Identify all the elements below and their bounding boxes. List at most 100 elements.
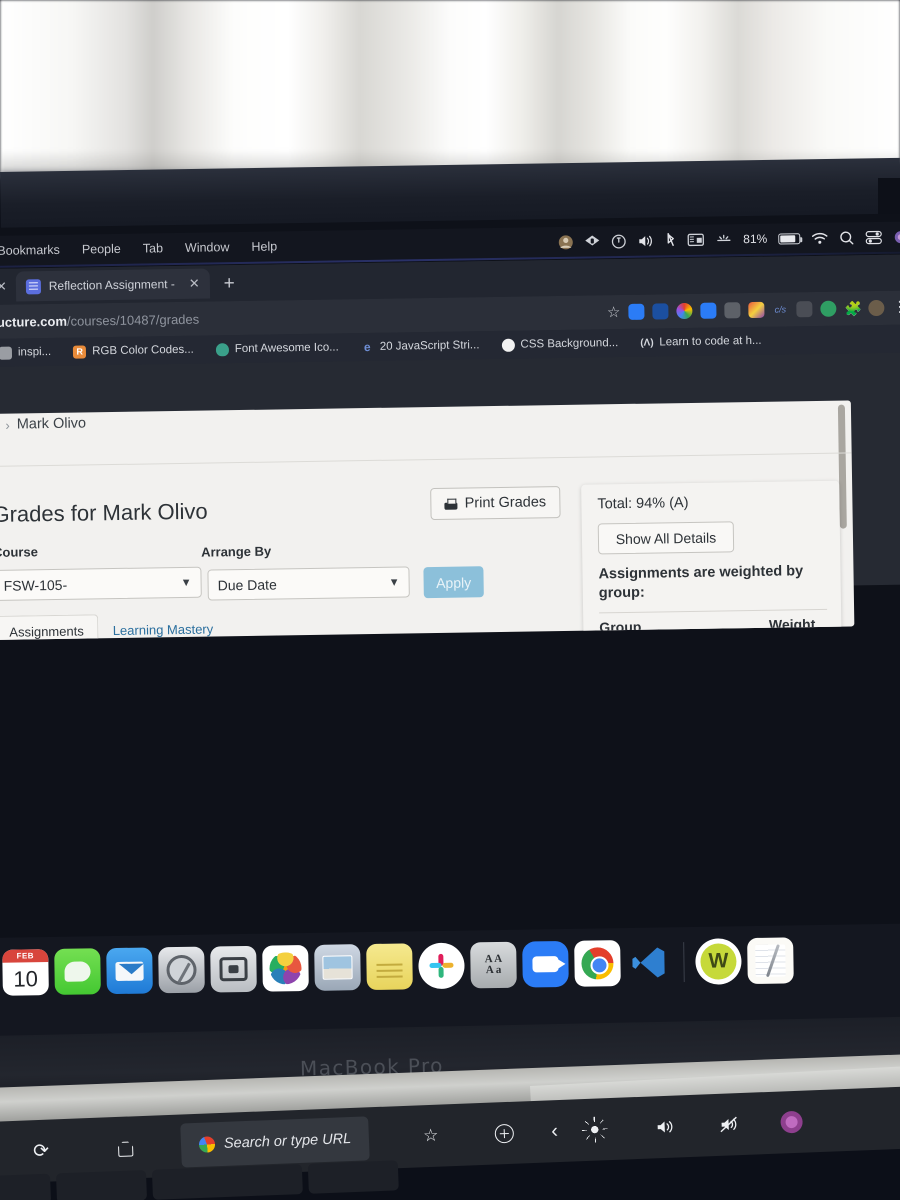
messages-icon[interactable] (54, 948, 101, 995)
grammarly-extension-icon[interactable] (652, 303, 669, 320)
menu-item-people[interactable]: People (71, 242, 132, 257)
menu-item-window[interactable]: Window (174, 240, 241, 255)
dictionary-glyph: A AA a (484, 952, 503, 977)
tab-close-icon[interactable]: ✕ (185, 276, 200, 292)
bookmark-item[interactable]: (Λ) Learn to code at h... (629, 334, 772, 349)
arrange-by-select[interactable]: Due Date ▼ (207, 566, 410, 601)
control-center-icon[interactable] (865, 229, 882, 244)
course-label: Course (0, 544, 39, 560)
tab-learning-mastery[interactable]: Learning Mastery (99, 613, 228, 640)
cjs-extension-icon[interactable]: c/s (772, 301, 788, 317)
notes-icon[interactable] (366, 943, 413, 991)
pinterest-extension-icon[interactable] (748, 301, 765, 319)
page-divider (0, 452, 852, 468)
mute-icon[interactable] (719, 1102, 745, 1147)
star-icon[interactable]: ☆ (422, 1114, 439, 1159)
keyboard-brightness-icon[interactable] (715, 232, 732, 246)
bookmark-star-icon[interactable]: ☆ (607, 303, 621, 321)
slack-icon[interactable] (418, 942, 465, 990)
user-avatar-icon[interactable] (558, 234, 573, 249)
screenshot-icon[interactable] (210, 945, 257, 993)
home-icon[interactable] (115, 1137, 136, 1158)
keyboard-key[interactable] (55, 1170, 148, 1200)
menu-item-help[interactable]: Help (240, 239, 288, 254)
notepad-icon[interactable] (747, 937, 794, 985)
window-close-icon[interactable]: ✕ (0, 279, 16, 295)
macbook-screen: Bookmarks People Tab Window Help 81% ✕ R… (0, 213, 900, 948)
keyboard-key[interactable] (307, 1160, 399, 1194)
address-bar[interactable]: tructure.com/courses/10487/grades (0, 299, 607, 335)
arrange-by-label: Arrange By (201, 543, 272, 560)
marker-extension-icon[interactable] (724, 302, 741, 319)
print-grades-label: Print Grades (464, 494, 547, 512)
touchbar-url-field[interactable]: Search or type URL (180, 1116, 371, 1168)
dropbox-icon[interactable] (584, 234, 600, 249)
preview-icon[interactable] (314, 944, 361, 991)
url-host: tructure.com (0, 313, 68, 330)
siri-icon[interactable] (893, 229, 900, 244)
calendar-icon[interactable]: FEB 10 (2, 949, 49, 996)
download-icon[interactable] (700, 302, 717, 319)
apply-button[interactable]: Apply (423, 566, 484, 599)
canvas-tab-bar: Assignments Learning Mastery (0, 612, 228, 641)
tab-assignments[interactable]: Assignments (0, 614, 100, 641)
spotlight-search-icon[interactable] (839, 230, 854, 245)
url-path: /courses/10487/grades (66, 311, 200, 329)
weights-header-row: Group Weight (599, 609, 828, 641)
breadcrumb-current: Mark Olivo (16, 415, 87, 433)
bookmark-item[interactable]: inspi... (0, 345, 62, 360)
page-title: Grades for Mark Olivo (0, 498, 208, 527)
new-tab-button[interactable]: + (210, 273, 249, 294)
bookmark-label: CSS Background... (520, 337, 619, 351)
bluetooth-icon[interactable] (665, 232, 676, 248)
new-tab-icon[interactable] (493, 1123, 514, 1143)
breadcrumb-separator: › (5, 417, 10, 433)
bookmark-item[interactable]: e 20 JavaScript Stri... (350, 339, 491, 354)
loom-extension-icon[interactable] (796, 301, 813, 318)
chrome-icon[interactable] (574, 940, 621, 987)
wifi-icon[interactable] (811, 231, 828, 244)
vscode-icon[interactable] (626, 939, 673, 986)
brightness-icon[interactable] (585, 1120, 605, 1139)
volume-up-icon[interactable] (655, 1104, 679, 1149)
back-icon[interactable]: ‹ (550, 1109, 559, 1153)
profile-avatar-icon[interactable] (868, 299, 885, 317)
mail-icon[interactable] (106, 947, 153, 995)
keyboard-key[interactable] (151, 1164, 303, 1200)
menu-item-bookmarks[interactable]: Bookmarks (0, 243, 71, 258)
safari-icon[interactable] (158, 946, 205, 994)
keyboard-key[interactable] (0, 1173, 52, 1200)
word-icon[interactable]: W (695, 938, 742, 985)
omnibox-actions: ☆ c/s 🧩 ⋮ (607, 298, 900, 322)
menu-item-tab[interactable]: Tab (132, 241, 174, 256)
css-icon (501, 338, 515, 352)
bookmark-item[interactable]: Font Awesome Ico... (205, 341, 350, 356)
screen-recorder-icon[interactable] (687, 233, 704, 247)
puzzle-extensions-icon[interactable]: 🧩 (844, 300, 862, 316)
photos-icon[interactable] (262, 944, 309, 992)
print-grades-button[interactable]: Print Grades (430, 486, 561, 521)
course-select[interactable]: FSW-105- ▼ (0, 566, 202, 601)
timer-icon[interactable] (611, 233, 626, 249)
touchbar-url-placeholder: Search or type URL (223, 1130, 352, 1152)
colorpick-extension-icon[interactable] (676, 302, 693, 320)
chrome-menu-icon[interactable]: ⋮ (892, 299, 900, 316)
rgb-icon: R (73, 344, 87, 359)
zoom-icon[interactable] (522, 940, 569, 988)
show-all-details-button[interactable]: Show All Details (597, 521, 735, 555)
macos-dock: FEB 10 A AA a W (2, 937, 794, 996)
battery-icon[interactable] (778, 232, 801, 245)
bookmark-item[interactable]: CSS Background... (490, 336, 629, 352)
browser-tab[interactable]: Reflection Assignment - Goog ✕ (15, 268, 210, 302)
dictionary-icon[interactable]: A AA a (470, 941, 517, 989)
notifications-extension-icon[interactable] (820, 300, 837, 317)
zoom-extension-icon[interactable] (628, 303, 645, 320)
bookmark-item[interactable]: R RGB Color Codes... (62, 343, 205, 359)
grade-summary-sidebar: Total: 94% (A) Show All Details Assignme… (581, 480, 849, 641)
volume-icon[interactable] (637, 233, 654, 248)
siri-icon[interactable] (779, 1100, 805, 1145)
weight-row: Assignments 0% (600, 639, 829, 641)
bookmark-icon (0, 346, 13, 360)
reload-icon[interactable]: ⟳ (32, 1129, 50, 1174)
bookmark-label: RGB Color Codes... (92, 343, 194, 358)
